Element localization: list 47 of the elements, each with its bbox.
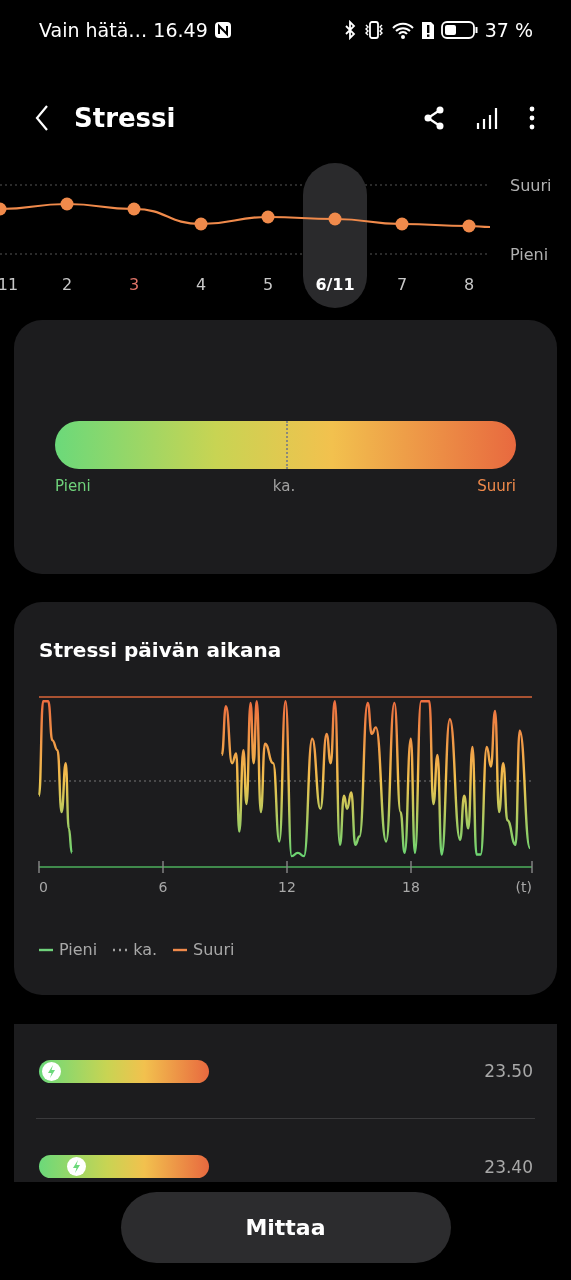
- legend-label: Pieni: [59, 940, 98, 959]
- day-label[interactable]: 7: [396, 275, 408, 294]
- legend-label: ka.: [133, 940, 158, 959]
- status-text: Vain hätä… 16.49: [39, 19, 208, 41]
- trend-point: [462, 219, 476, 233]
- measure-button[interactable]: Mittaa: [120, 1192, 451, 1263]
- tick-label: 12: [278, 879, 296, 895]
- measurement-time: 23.50: [484, 1061, 533, 1081]
- axis-label: Suuri: [510, 176, 552, 195]
- nfc-icon: [213, 21, 232, 39]
- stress-level-bar[interactable]: [39, 1155, 209, 1178]
- trend-point: [395, 217, 409, 231]
- trend-point: [261, 210, 275, 224]
- wifi-icon: [390, 20, 415, 40]
- trend-point: [127, 202, 141, 216]
- tick-label: (t): [515, 879, 532, 895]
- share-icon: [423, 106, 445, 130]
- bar-chart-icon: [475, 106, 499, 130]
- range-label: ka.: [272, 477, 296, 495]
- day-label[interactable]: 5: [262, 275, 274, 294]
- more-icon: [529, 106, 535, 130]
- day-label[interactable]: 4: [195, 275, 207, 294]
- tick-label: 6: [158, 879, 168, 895]
- day-label[interactable]: 6/11: [315, 275, 355, 294]
- range-label: Suuri: [477, 477, 516, 495]
- alert-icon: [420, 20, 435, 40]
- battery-percent: 37 %: [484, 19, 533, 41]
- stress-level-bar[interactable]: [39, 1059, 209, 1083]
- trend-point: [194, 217, 208, 231]
- battery-icon: [440, 20, 479, 40]
- day-label[interactable]: 3: [128, 275, 140, 294]
- range-label: Pieni: [55, 477, 91, 495]
- page-title: Stressi: [74, 103, 177, 133]
- bluetooth-icon: [342, 20, 357, 40]
- trend-point: [60, 197, 74, 211]
- tick-label: 18: [402, 879, 420, 895]
- day-label[interactable]: 11: [0, 275, 19, 294]
- legend-label: Suuri: [193, 940, 235, 959]
- trend-point: [0, 202, 7, 216]
- back-icon: [34, 104, 50, 132]
- trend-point: [328, 212, 342, 226]
- day-label[interactable]: 8: [463, 275, 475, 294]
- day-label[interactable]: 2: [61, 275, 73, 294]
- tick-label: 0: [39, 879, 48, 895]
- axis-label: Pieni: [510, 245, 549, 264]
- measurement-time: 23.40: [484, 1156, 533, 1177]
- chart-title: Stressi päivän aikana: [39, 638, 283, 662]
